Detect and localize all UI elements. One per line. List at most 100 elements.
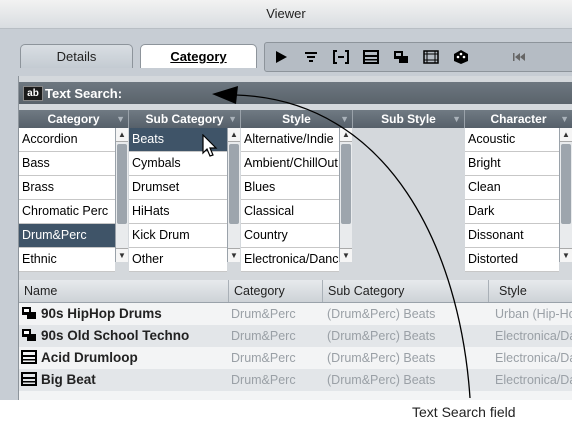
result-sub-category: (Drum&Perc) Beats — [327, 307, 436, 321]
category-item[interactable]: Chromatic Perc — [19, 200, 115, 224]
sub-category-item[interactable]: HiHats — [129, 200, 227, 224]
category-item[interactable]: Bass — [19, 152, 115, 176]
style-item[interactable]: Ambient/ChillOut — [241, 152, 339, 176]
scroll-down-icon[interactable]: ▼ — [560, 248, 572, 262]
dice-icon[interactable] — [447, 43, 475, 71]
mouse-cursor-icon — [202, 134, 218, 157]
rewind-icon[interactable] — [505, 43, 533, 71]
result-row[interactable]: 90s Old School Techno Drum&Perc (Drum&Pe… — [19, 325, 572, 347]
style-scrollbar[interactable]: ▲ ▼ — [339, 128, 352, 262]
grid-icon[interactable] — [417, 43, 445, 71]
result-name-cell: 90s HipHop Drums — [21, 303, 229, 325]
tab-category[interactable]: Category — [140, 44, 257, 68]
category-result-header[interactable]: Category — [229, 280, 323, 302]
character-item[interactable]: Distorted — [465, 248, 559, 272]
category-scrollbar[interactable]: ▲ ▼ — [115, 128, 128, 262]
results-table: Name Category Sub Category Style 90s Hip… — [19, 280, 572, 400]
list-view-icon[interactable] — [357, 43, 385, 71]
character-scrollbar[interactable]: ▲ ▼ — [559, 128, 572, 262]
character-item[interactable]: Dark — [465, 200, 559, 224]
name-column-header[interactable]: Name — [19, 280, 229, 302]
scroll-down-icon[interactable]: ▼ — [116, 248, 128, 262]
character-item[interactable]: Acoustic — [465, 128, 559, 152]
character-item[interactable]: Dissonant — [465, 224, 559, 248]
sub-style-list — [353, 128, 465, 262]
sub-category-item[interactable]: Drumset — [129, 176, 227, 200]
sort-arrow-icon: ▼ — [228, 114, 237, 124]
result-name-cell: 90s Old School Techno — [21, 325, 229, 347]
sub-category-result-header[interactable]: Sub Category — [323, 280, 489, 302]
text-search-icon: ab — [23, 86, 43, 101]
sub-style-column: Sub Style ▼ — [353, 110, 465, 262]
style-item[interactable]: Country — [241, 224, 339, 248]
sub-category-scrollbar[interactable]: ▲ ▼ — [227, 128, 240, 262]
sort-arrow-icon: ▼ — [340, 114, 349, 124]
device-icon — [22, 307, 36, 319]
style-item[interactable]: Classical — [241, 200, 339, 224]
tab-details[interactable]: Details — [20, 44, 133, 68]
sub-category-item[interactable]: Other — [129, 248, 227, 272]
scroll-up-icon[interactable]: ▲ — [340, 128, 352, 142]
scroll-up-icon[interactable]: ▲ — [228, 128, 240, 142]
category-item[interactable]: Ethnic — [19, 248, 115, 272]
result-name: Acid Drumloop — [41, 350, 138, 365]
scroll-up-icon[interactable]: ▲ — [116, 128, 128, 142]
result-sub-category: (Drum&Perc) Beats — [327, 351, 436, 365]
character-item[interactable]: Bright — [465, 152, 559, 176]
scroll-thumb[interactable] — [341, 144, 351, 224]
result-name-cell: Big Beat — [21, 369, 229, 391]
play-icon[interactable] — [267, 43, 295, 71]
result-category: Drum&Perc — [231, 329, 296, 343]
result-style: Electronica/Dance — [495, 373, 572, 387]
result-row[interactable]: Big Beat Drum&Perc (Drum&Perc) Beats Ele… — [19, 369, 572, 391]
filter-list-icon[interactable] — [297, 43, 325, 71]
sub-category-item[interactable]: Kick Drum — [129, 224, 227, 248]
style-item[interactable]: Electronica/Dance — [241, 248, 339, 272]
style-item[interactable]: Alternative/Indie — [241, 128, 339, 152]
category-panel: ab Category ▼ Accordion Bass Brass Chroma… — [18, 76, 572, 400]
result-style: Urban (Hip-Hop) — [495, 307, 572, 321]
text-search-bar: ab — [19, 82, 572, 104]
style-header-label: Style — [282, 112, 311, 126]
result-name: 90s Old School Techno — [41, 328, 190, 343]
category-item[interactable]: Brass — [19, 176, 115, 200]
scroll-down-icon[interactable]: ▼ — [228, 248, 240, 262]
style-item[interactable]: Blues — [241, 176, 339, 200]
scroll-thumb[interactable] — [117, 144, 127, 224]
device-icon[interactable] — [387, 43, 415, 71]
scroll-thumb[interactable] — [561, 144, 571, 224]
sub-style-header-label: Sub Style — [381, 112, 436, 126]
category-item-selected[interactable]: Drum&Perc — [19, 224, 115, 248]
result-name: Big Beat — [41, 372, 96, 387]
result-style: Electronica/Dance — [495, 329, 572, 343]
sub-category-header-label: Sub Category — [145, 112, 224, 126]
scroll-thumb[interactable] — [229, 144, 239, 224]
list-view-icon — [21, 372, 37, 386]
bracket-icon[interactable] — [327, 43, 355, 71]
style-result-header[interactable]: Style — [489, 280, 572, 302]
style-column-header[interactable]: Style ▼ — [241, 110, 353, 128]
device-icon — [22, 329, 36, 341]
style-column: Style ▼ Alternative/Indie Ambient/ChillOu… — [241, 110, 353, 272]
result-category: Drum&Perc — [231, 307, 296, 321]
category-column-header[interactable]: Category ▼ — [19, 110, 129, 128]
result-row[interactable]: Acid Drumloop Drum&Perc (Drum&Perc) Beat… — [19, 347, 572, 369]
character-column: Character ▼ Acoustic Bright Clean Dark Di… — [465, 110, 572, 272]
character-item[interactable]: Clean — [465, 176, 559, 200]
sub-style-column-header[interactable]: Sub Style ▼ — [353, 110, 465, 128]
scroll-down-icon[interactable]: ▼ — [340, 248, 352, 262]
result-sub-category: (Drum&Perc) Beats — [327, 329, 436, 343]
results-header: Name Category Sub Category Style — [19, 280, 572, 303]
scroll-up-icon[interactable]: ▲ — [560, 128, 572, 142]
text-search-input[interactable] — [43, 82, 572, 104]
callout-caption: Text Search field — [412, 404, 516, 420]
toolbar — [264, 42, 572, 72]
category-item[interactable]: Accordion — [19, 128, 115, 152]
window-title: Viewer — [0, 0, 572, 29]
sub-category-column-header[interactable]: Sub Category ▼ — [129, 110, 241, 128]
result-row[interactable]: 90s HipHop Drums Drum&Perc (Drum&Perc) B… — [19, 303, 572, 325]
sort-arrow-icon: ▼ — [560, 114, 569, 124]
character-column-header[interactable]: Character ▼ — [465, 110, 572, 128]
character-header-label: Character — [490, 112, 547, 126]
result-category: Drum&Perc — [231, 351, 296, 365]
